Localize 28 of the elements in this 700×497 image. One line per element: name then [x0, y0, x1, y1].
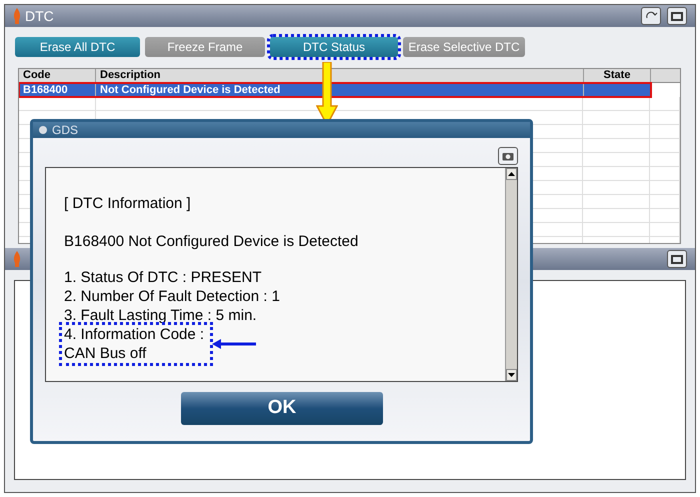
info-heading: [ DTC Information ] [64, 194, 192, 214]
window-title: DTC [25, 6, 54, 26]
toolbar-button[interactable]: Erase All DTC [15, 37, 140, 57]
maximize-button[interactable] [667, 250, 687, 268]
info-line: 4. Information Code : [64, 325, 204, 344]
table-cell-text: B168400 [23, 82, 68, 98]
camera-icon [502, 151, 514, 161]
flame-icon [13, 251, 21, 267]
table-cell-text: Not Configured Device is Detected [100, 82, 280, 98]
left-arrow [212, 339, 256, 349]
camera-button[interactable] [498, 147, 518, 165]
flame-icon [13, 8, 21, 24]
dialog-title: GDS [52, 122, 78, 139]
info-line: 2. Number Of Fault Detection : 1 [64, 287, 281, 306]
ok-button[interactable]: OK [181, 392, 383, 425]
column-header: State [604, 69, 630, 84]
table-row[interactable]: B168400 Not Configured Device is Detected [19, 83, 651, 97]
info-line: 1. Status Of DTC : PRESENT [64, 268, 263, 287]
retry-button[interactable] [641, 7, 661, 25]
scroll-down-icon [508, 373, 515, 377]
info-line: CAN Bus off [64, 344, 148, 363]
scroll-up-icon [508, 172, 515, 176]
info-line: 3. Fault Lasting Time : 5 min. [64, 306, 258, 325]
toolbar-button[interactable]: DTC Status [270, 37, 398, 57]
column-header: Description [100, 69, 161, 84]
maximize-button[interactable] [667, 7, 687, 25]
info-line: B168400 Not Configured Device is Detected [64, 232, 360, 252]
column-header: Code [23, 69, 50, 84]
